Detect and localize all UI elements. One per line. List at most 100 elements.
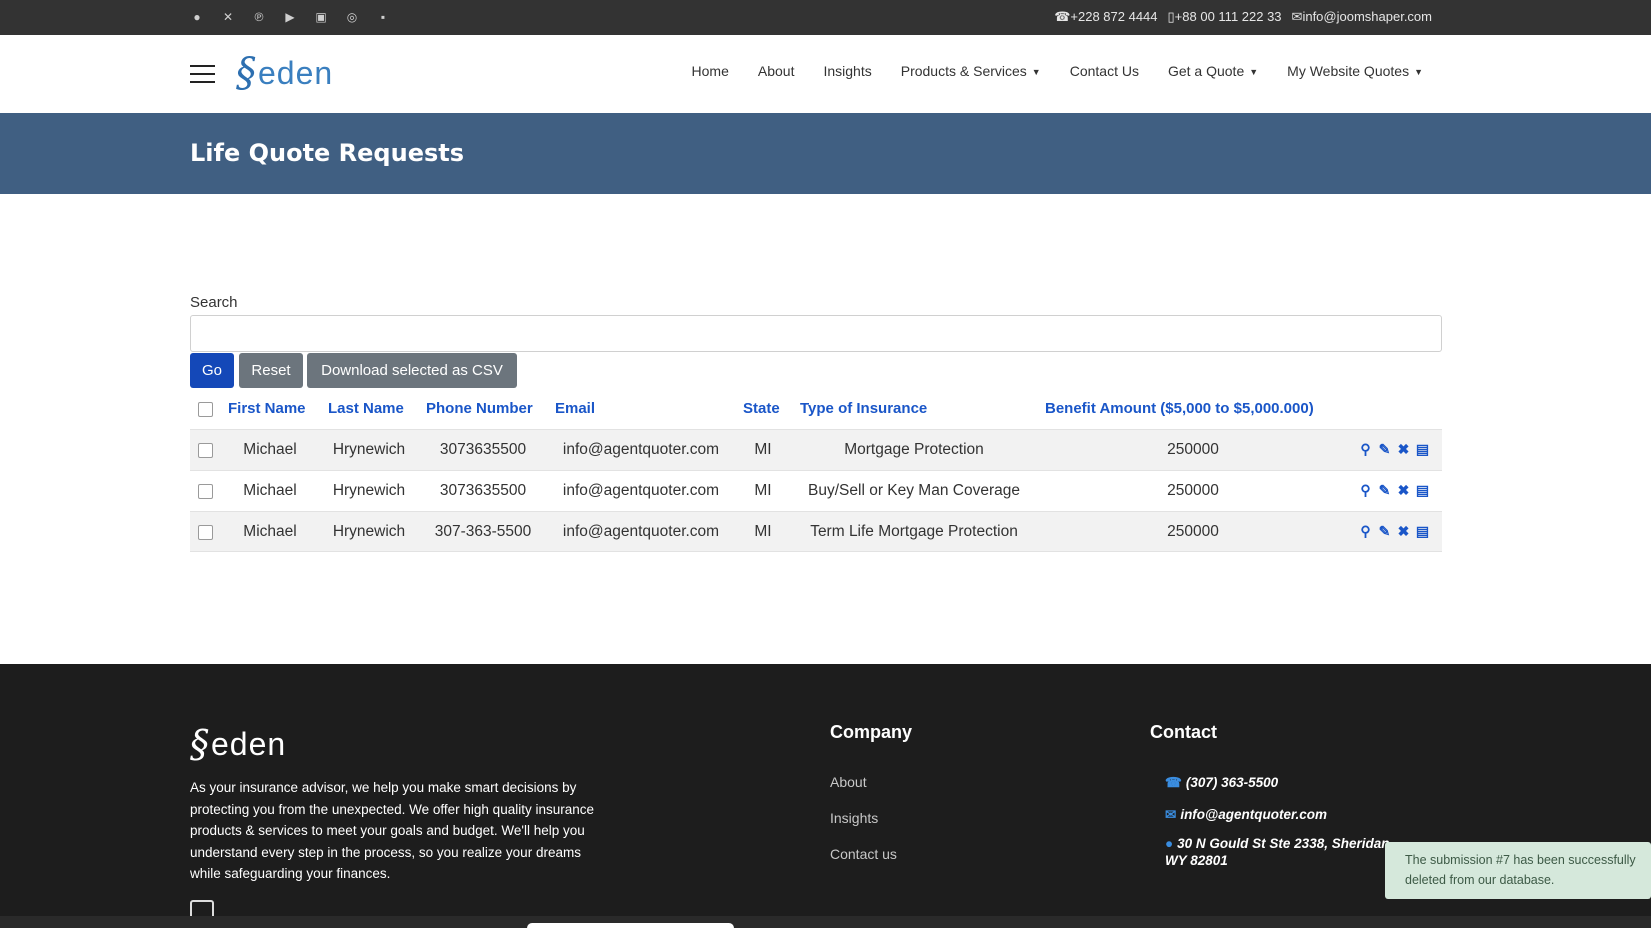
row-actions: ⚲ ✎ ✖ ▤ <box>1358 482 1430 498</box>
cell-first-name: Michael <box>243 482 297 499</box>
cell-email: info@agentquoter.com <box>562 441 720 458</box>
edit-icon[interactable]: ✎ <box>1377 441 1392 457</box>
site-header: § eden Home About Insights Products & Se… <box>0 35 1651 113</box>
row-checkbox[interactable] <box>198 484 213 499</box>
top-mobile[interactable]: ▯+88 00 111 222 33 <box>1168 9 1282 25</box>
nav-home[interactable]: Home <box>692 63 729 79</box>
col-state[interactable]: State <box>743 400 780 417</box>
delete-icon[interactable]: ✖ <box>1396 523 1411 539</box>
search-label: Search <box>190 294 238 311</box>
cell-phone: 3073635500 <box>439 482 527 499</box>
row-checkbox[interactable] <box>198 525 213 540</box>
table-row: Michael Hrynewich 3073635500 info@agentq… <box>190 429 1442 470</box>
cell-state: MI <box>754 482 772 499</box>
envelope-icon: ✉ <box>1291 9 1303 24</box>
search-input[interactable] <box>190 315 1442 352</box>
cell-email: info@agentquoter.com <box>562 523 720 540</box>
cell-amount: 250000 <box>1167 482 1219 499</box>
social-links: ● ✕ ℗ ▶ ▣ ◎ ▪ <box>189 9 391 25</box>
flickr-icon[interactable]: ▪ <box>375 9 391 25</box>
logo-swirl-icon: § <box>190 722 209 766</box>
nav-products-services[interactable]: Products & Services ▼ <box>901 63 1041 79</box>
mobile-icon: ▯ <box>1167 9 1175 24</box>
col-benefit-amount[interactable]: Benefit Amount ($5,000 to $5,000.000) <box>1045 400 1314 417</box>
cell-type: Buy/Sell or Key Man Coverage <box>808 482 1020 499</box>
linkedin-icon[interactable]: ▣ <box>313 9 329 25</box>
top-phone[interactable]: ☎+228 872 4444 <box>1054 9 1157 25</box>
top-email[interactable]: ✉info@joomshaper.com <box>1292 9 1432 25</box>
table-header: First Name Last Name Phone Number Email … <box>190 389 1442 429</box>
top-bar: ● ✕ ℗ ▶ ▣ ◎ ▪ ☎+228 872 4444 ▯+88 00 111… <box>0 0 1651 35</box>
cell-last-name: Hrynewich <box>332 482 406 499</box>
view-icon[interactable]: ⚲ <box>1358 441 1373 457</box>
row-actions: ⚲ ✎ ✖ ▤ <box>1358 441 1430 457</box>
pdf-icon[interactable]: ▤ <box>1415 441 1430 457</box>
cell-email: info@agentquoter.com <box>562 482 720 499</box>
footer-description: As your insurance advisor, we help you m… <box>190 780 594 881</box>
cell-last-name: Hrynewich <box>332 523 406 540</box>
bottom-pill <box>527 923 734 933</box>
footer-email[interactable]: ✉ info@agentquoter.com <box>1165 807 1327 823</box>
footer-link-about[interactable]: About <box>830 774 867 790</box>
download-csv-button[interactable]: Download selected as CSV <box>307 353 517 388</box>
envelope-icon: ✉ <box>1165 807 1177 822</box>
go-button[interactable]: Go <box>190 353 234 388</box>
footer-logo-text: eden <box>211 725 287 762</box>
cell-amount: 250000 <box>1167 441 1219 458</box>
chevron-down-icon: ▼ <box>1414 67 1423 77</box>
view-icon[interactable]: ⚲ <box>1358 482 1373 498</box>
hamburger-menu-icon[interactable] <box>190 65 215 83</box>
chevron-down-icon: ▼ <box>1249 67 1259 77</box>
nav-get-a-quote[interactable]: Get a Quote ▼ <box>1168 63 1258 79</box>
phone-icon: ☎ <box>1054 9 1071 24</box>
nav-about[interactable]: About <box>758 63 795 79</box>
pinterest-icon[interactable]: ℗ <box>251 9 267 25</box>
col-first-name[interactable]: First Name <box>228 400 306 417</box>
col-type-of-insurance[interactable]: Type of Insurance <box>800 400 927 417</box>
pdf-icon[interactable]: ▤ <box>1415 482 1430 498</box>
quotes-table: First Name Last Name Phone Number Email … <box>190 389 1442 552</box>
footer-phone[interactable]: ☎ (307) 363-5500 <box>1165 775 1278 791</box>
footer-logo[interactable]: § eden <box>190 722 286 766</box>
youtube-icon[interactable]: ▶ <box>282 9 298 25</box>
main-nav: Home About Insights Products & Services ▼… <box>692 63 1423 79</box>
cell-phone: 307-363-5500 <box>434 523 532 540</box>
col-phone-number[interactable]: Phone Number <box>426 400 533 417</box>
facebook-icon[interactable]: ● <box>189 9 205 25</box>
phone-icon: ☎ <box>1165 775 1182 790</box>
cell-first-name: Michael <box>243 523 297 540</box>
cell-state: MI <box>754 441 772 458</box>
x-icon[interactable]: ✕ <box>220 9 236 25</box>
view-icon[interactable]: ⚲ <box>1358 523 1373 539</box>
col-last-name[interactable]: Last Name <box>328 400 404 417</box>
logo-text: eden <box>258 54 334 91</box>
edit-icon[interactable]: ✎ <box>1377 523 1392 539</box>
reset-button[interactable]: Reset <box>239 353 303 388</box>
site-logo[interactable]: § eden <box>236 53 333 93</box>
footer-link-contact-us[interactable]: Contact us <box>830 846 897 862</box>
instagram-icon[interactable]: ◎ <box>344 9 360 25</box>
cell-phone: 3073635500 <box>439 441 527 458</box>
footer-link-insights[interactable]: Insights <box>830 810 878 826</box>
cell-type: Term Life Mortgage Protection <box>810 523 1018 540</box>
delete-icon[interactable]: ✖ <box>1396 482 1411 498</box>
nav-my-website-quotes[interactable]: My Website Quotes ▼ <box>1287 63 1423 79</box>
table-row: Michael Hrynewich 307-363-5500 info@agen… <box>190 511 1442 552</box>
nav-insights[interactable]: Insights <box>823 63 871 79</box>
footer-address: ● 30 N Gould St Ste 2338, Sheridan, WY 82… <box>1165 836 1394 868</box>
page-banner: Life Quote Requests <box>0 113 1651 194</box>
col-email[interactable]: Email <box>555 400 595 417</box>
pdf-icon[interactable]: ▤ <box>1415 523 1430 539</box>
edit-icon[interactable]: ✎ <box>1377 482 1392 498</box>
cell-amount: 250000 <box>1167 523 1219 540</box>
cell-first-name: Michael <box>243 441 297 458</box>
bottom-strip <box>0 916 1651 933</box>
chevron-down-icon: ▼ <box>1031 67 1041 77</box>
row-checkbox[interactable] <box>198 443 213 458</box>
delete-icon[interactable]: ✖ <box>1396 441 1411 457</box>
footer-company-title: Company <box>830 722 913 742</box>
cell-type: Mortgage Protection <box>844 441 984 458</box>
top-contact: ☎+228 872 4444 ▯+88 00 111 222 33 ✉info@… <box>1054 9 1432 25</box>
select-all-checkbox[interactable] <box>198 402 213 417</box>
nav-contact-us[interactable]: Contact Us <box>1070 63 1139 79</box>
